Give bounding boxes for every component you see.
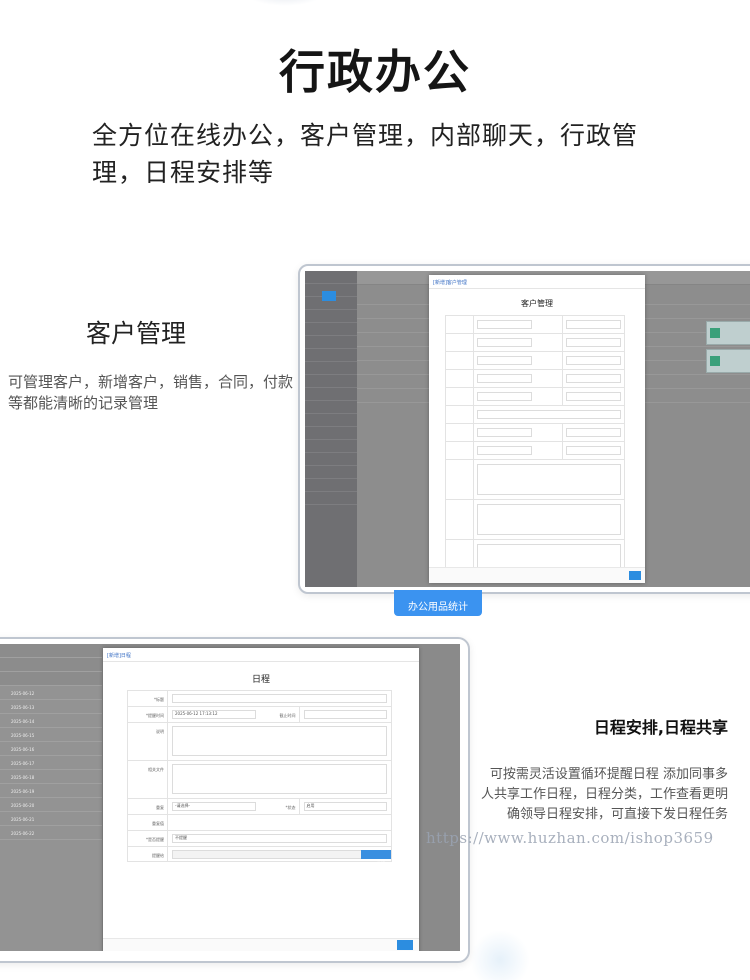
list-item: 2025-06-19 [0,784,102,798]
modal-title: 客户管理 [521,299,553,308]
schedule-form: *标题 *提醒时间 2025-06-12 17:13:12 截止时间 说明 相关… [127,690,392,866]
customer-modal: [新增]客户管理 客户管理 [429,275,645,583]
customer-section-description: 可管理客户，新增客户，销售，合同，付款等都能清晰的记录管理 [8,373,294,412]
field-label: 相关文件 [128,761,168,798]
remind-time-input[interactable]: 2025-06-12 17:13:12 [172,710,256,719]
customer-section-title: 客户管理 [86,319,187,348]
customer-screenshot: [新增]客户管理 客户管理 [298,264,750,594]
schedule-screenshot: 2025-06-12 2025-06-13 2025-06-14 2025-06… [0,637,470,963]
list-item: 2025-06-22 [0,826,102,840]
decorative-blob [245,0,325,6]
end-time-input[interactable] [303,710,387,719]
field-label: 重复 [128,799,168,814]
app-sidebar [305,271,357,587]
save-button[interactable] [629,571,641,580]
remind-person-input[interactable] [172,850,387,859]
list-item: 2025-06-12 [0,686,102,700]
schedule-app-backdrop: 2025-06-12 2025-06-13 2025-06-14 2025-06… [0,644,460,951]
list-item: 2025-06-17 [0,756,102,770]
field-label: *标题 [128,691,168,706]
watermark-text: https://www.huzhan.com/ishop3659 [426,829,714,847]
file-upload-area[interactable] [172,764,387,794]
modal-header: [新增]客户管理 [429,275,645,289]
field-label: 重复值 [128,815,168,830]
title-input[interactable] [172,694,387,703]
notification-cards [706,321,750,377]
modal-header: [新增]日程 [103,648,419,662]
field-label: 提醒给 [128,847,168,861]
list-item: 2025-06-16 [0,742,102,756]
repeat-select[interactable]: -请选择- [172,802,256,811]
list-item: 2025-06-13 [0,700,102,714]
notification-icon [710,356,720,366]
status-select[interactable]: 启用 [303,802,387,811]
list-item: 2025-06-18 [0,770,102,784]
field-label: *提醒时间 [128,707,168,722]
schedule-section-title: 日程安排,日程共享 [593,718,728,737]
list-item: 2025-06-14 [0,714,102,728]
customer-form [445,315,625,579]
schedule-section-description: 可按需灵活设置循环提醒日程 添加同事多人共享工作日程，日程分类，工作查看更明确领… [480,767,728,822]
list-item: 2025-06-21 [0,812,102,826]
field-label: 截止时间 [260,707,300,722]
office-supplies-badge: 办公用品统计 [394,590,482,616]
field-label: *是否提醒 [128,831,168,846]
field-label: *状态 [260,799,300,814]
page-subtitle: 全方位在线办公，客户管理，内部聊天，行政管理，日程安排等 [92,121,639,187]
pick-button[interactable]: 选择 [361,850,391,866]
schedule-list: 2025-06-12 2025-06-13 2025-06-14 2025-06… [0,644,102,951]
decorative-blob [470,930,530,980]
add-button [322,291,336,301]
remind-select[interactable]: 不提醒 [172,834,387,843]
customer-app-backdrop: [新增]客户管理 客户管理 [305,271,750,587]
schedule-modal: [新增]日程 日程 *标题 *提醒时间 2025-06-12 17:13:12 … [103,648,419,951]
modal-title: 日程 [251,675,270,685]
page-title: 行政办公 [279,45,471,99]
list-item: 2025-06-20 [0,798,102,812]
description-textarea[interactable] [172,726,387,756]
field-label: 说明 [128,723,168,760]
modal-footer [429,567,645,583]
notification-icon [710,328,720,338]
save-button[interactable] [397,940,413,950]
list-item: 2025-06-15 [0,728,102,742]
modal-footer [103,938,419,951]
